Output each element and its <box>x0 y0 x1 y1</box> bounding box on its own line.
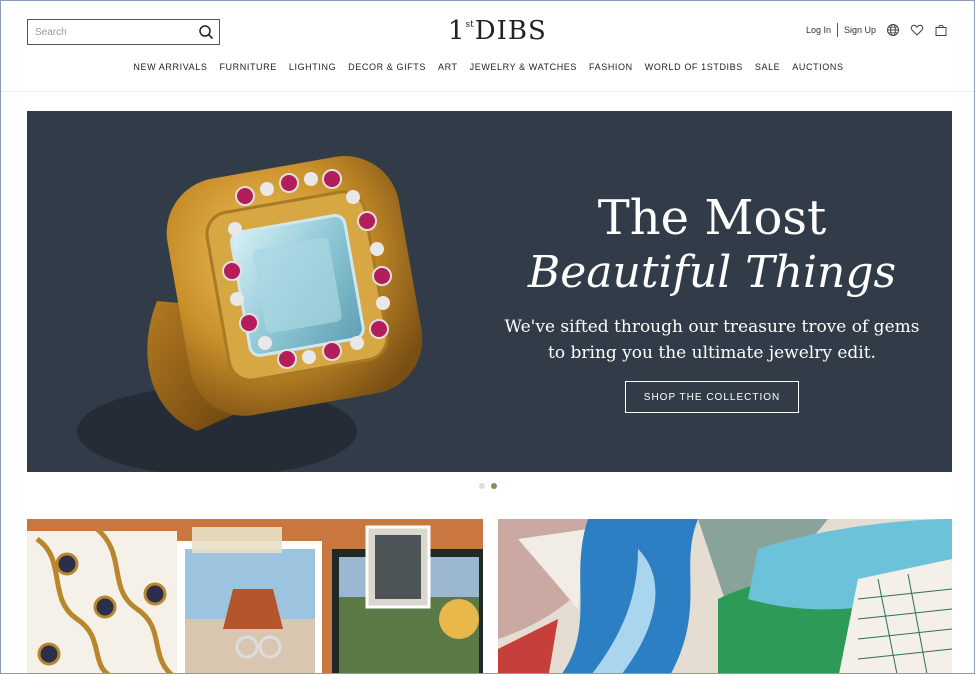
logo-st: st <box>465 20 474 30</box>
carousel-dot-active[interactable] <box>491 483 497 489</box>
nav-item-art[interactable]: ART <box>438 62 458 72</box>
page-frame: 1 st DIBS Log In Sign Up NEW ARRIVALS FU… <box>0 0 975 674</box>
account-links: Log In Sign Up <box>806 23 948 37</box>
search-box[interactable] <box>27 19 220 45</box>
search-input[interactable] <box>28 20 188 44</box>
search-icon[interactable] <box>198 24 214 40</box>
nav-item-world-of-1stdibs[interactable]: WORLD OF 1STDIBS <box>645 62 743 72</box>
nav-item-auctions[interactable]: AUCTIONS <box>792 62 843 72</box>
carousel-dot[interactable] <box>479 483 485 489</box>
globe-icon[interactable] <box>886 23 900 37</box>
nav-item-jewelry-watches[interactable]: JEWELRY & WATCHES <box>470 62 577 72</box>
hero-title-italic: Beautiful Things <box>527 247 897 298</box>
nav-item-decor-gifts[interactable]: DECOR & GIFTS <box>348 62 426 72</box>
hero-banner[interactable]: The Most Beautiful Things We've sifted t… <box>27 111 952 472</box>
header-divider <box>1 91 974 92</box>
painting-image <box>498 519 952 673</box>
nav-item-fashion[interactable]: FASHION <box>589 62 633 72</box>
account-separator <box>836 23 838 37</box>
nav-item-furniture[interactable]: FURNITURE <box>219 62 276 72</box>
collage-image <box>27 519 483 673</box>
login-link[interactable]: Log In <box>806 25 831 35</box>
logo-dibs: DIBS <box>474 16 547 46</box>
nav-item-new-arrivals[interactable]: NEW ARRIVALS <box>133 62 207 72</box>
carousel-dots <box>479 483 497 489</box>
site-logo[interactable]: 1 st DIBS <box>448 16 547 46</box>
shop-collection-button[interactable]: SHOP THE COLLECTION <box>625 381 799 413</box>
promo-tile-painting[interactable] <box>498 519 952 673</box>
signup-link[interactable]: Sign Up <box>844 25 876 35</box>
logo-one: 1 <box>448 16 466 46</box>
hero-ring-image <box>77 156 423 472</box>
main-nav: NEW ARRIVALS FURNITURE LIGHTING DECOR & … <box>1 62 974 72</box>
heart-icon[interactable] <box>910 23 924 37</box>
nav-item-lighting[interactable]: LIGHTING <box>289 62 336 72</box>
promo-tile-collage[interactable] <box>27 519 483 673</box>
hero-title: The Most <box>597 190 827 246</box>
hero-subtitle: We've sifted through our treasure trove … <box>504 317 920 363</box>
nav-item-sale[interactable]: SALE <box>755 62 780 72</box>
bag-icon[interactable] <box>934 23 948 37</box>
